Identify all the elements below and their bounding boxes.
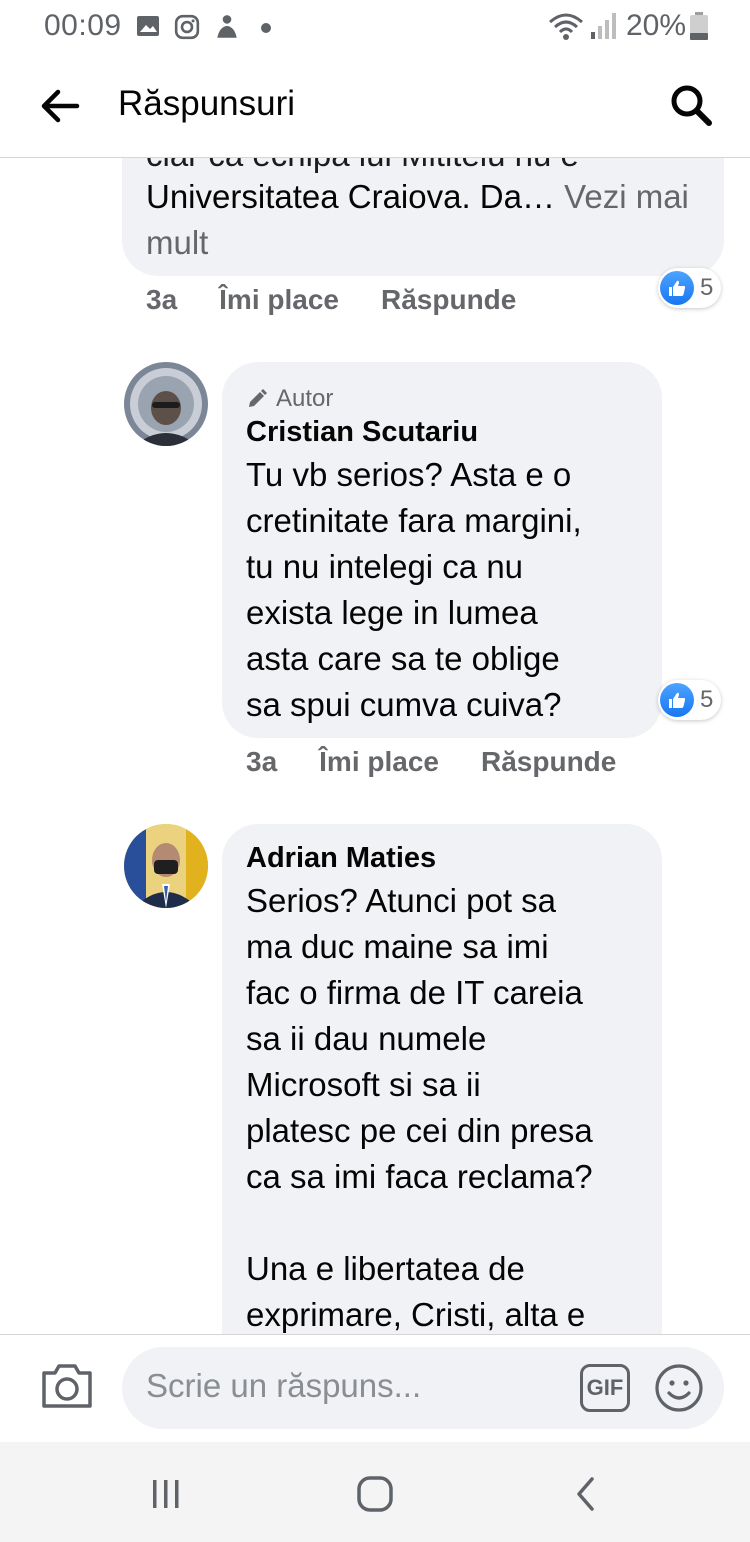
back-button[interactable] — [36, 82, 84, 130]
comment-line: exista lege in lumea — [246, 594, 538, 631]
comment-line: tu nu intelegi ca nu — [246, 548, 524, 585]
like-reaction-icon — [660, 683, 694, 717]
comment-bubble[interactable]: Autor Cristian Scutariu Tu vb serios? As… — [222, 362, 662, 738]
comment-line: sa ii dau numele — [246, 1020, 487, 1057]
header: Răspunsuri — [0, 56, 750, 158]
comment-time: 3a — [246, 746, 278, 777]
recent-apps-button[interactable] — [146, 1474, 186, 1514]
comment-actions: 3a Îmi place Răspunde — [246, 746, 616, 778]
status-bar: 00:09 20% — [0, 0, 750, 56]
camera-button[interactable] — [40, 1361, 94, 1415]
reply-button[interactable]: Răspunde — [481, 746, 616, 778]
home-icon — [357, 1476, 393, 1512]
comment-text: Universitatea Craiova. Da… Vezi mai mult — [146, 174, 706, 266]
battery-icon — [690, 12, 708, 45]
search-icon — [671, 85, 712, 126]
like-reaction-icon — [660, 271, 694, 305]
comment-bubble[interactable]: Adrian Maties Serios? Atunci pot sa ma d… — [222, 824, 662, 1334]
arrow-left-icon — [41, 89, 80, 123]
reply-composer: Scrie un răspuns... GIF — [0, 1334, 750, 1442]
wifi-icon — [548, 12, 584, 47]
system-nav-bar — [0, 1442, 750, 1542]
reply-input-placeholder: Scrie un răspuns... — [146, 1367, 422, 1404]
search-button[interactable] — [666, 80, 716, 130]
reply-input[interactable]: Scrie un răspuns... GIF — [122, 1347, 724, 1429]
signal-icon — [590, 12, 616, 45]
like-button[interactable]: Îmi place — [219, 284, 339, 316]
reaction-number: 5 — [700, 686, 714, 713]
comment-bubble[interactable]: ciar ca echipa lui Mititelu nu e Univers… — [122, 158, 724, 276]
avatar[interactable] — [124, 362, 208, 446]
commenter-name[interactable]: Adrian Maties — [246, 840, 436, 876]
comment-line: Una e libertatea de — [246, 1250, 525, 1287]
author-badge: Autor — [246, 384, 333, 414]
battery-percent: 20% — [625, 9, 686, 42]
chevron-left-icon — [577, 1477, 594, 1511]
reaction-count[interactable]: 5 — [658, 680, 722, 720]
camera-icon — [42, 1364, 92, 1408]
image-icon — [136, 14, 160, 43]
home-button[interactable] — [355, 1474, 395, 1514]
comment-line: platesc pe cei din presa — [246, 1112, 593, 1149]
reply-button[interactable]: Răspunde — [381, 284, 516, 316]
comment-line: Serios? Atunci pot sa — [246, 882, 557, 919]
reaction-number: 5 — [700, 274, 714, 301]
comment-line — [246, 1200, 656, 1246]
instagram-icon — [174, 14, 200, 45]
comment-line: Tu vb serios? Asta e o — [246, 456, 572, 493]
avatar[interactable] — [124, 824, 208, 908]
comment-line: exprimare, Cristi, alta e — [246, 1296, 586, 1333]
comment-line: Microsoft si sa ii — [246, 1066, 481, 1103]
pencil-icon — [249, 389, 267, 407]
comment-text: Serios? Atunci pot sa ma duc maine sa im… — [246, 878, 656, 1334]
comment-line: sa spui cumva cuiva? — [246, 686, 562, 723]
avatar-image — [124, 824, 208, 908]
author-label: Autor — [276, 385, 334, 412]
comment-line: ca sa imi faca reclama? — [246, 1158, 593, 1195]
comment-actions: 3a Îmi place Răspunde — [146, 284, 516, 316]
comment-line: ma duc maine sa imi — [246, 928, 549, 965]
comment-text-line: Universitatea Craiova. Da… — [146, 178, 555, 215]
comment-line: fac o firma de IT careia — [246, 974, 583, 1011]
comment-line: cretinitate fara margini, — [246, 502, 582, 539]
emoji-button[interactable] — [654, 1363, 704, 1413]
avatar-image — [124, 362, 208, 446]
reaction-count[interactable]: 5 — [658, 268, 722, 308]
status-time: 00:09 — [44, 9, 122, 42]
recent-apps-icon — [153, 1480, 179, 1508]
comment-time: 3a — [146, 284, 178, 315]
back-nav-button[interactable] — [566, 1474, 606, 1514]
commenter-name[interactable]: Cristian Scutariu — [246, 414, 478, 450]
notification-icon — [214, 14, 240, 47]
like-button[interactable]: Îmi place — [319, 746, 439, 778]
gif-button[interactable]: GIF — [580, 1364, 630, 1412]
replies-list: ciar ca echipa lui Mititelu nu e Univers… — [0, 158, 750, 1334]
comment-text: Tu vb serios? Asta e o cretinitate fara … — [246, 452, 656, 728]
dot-icon — [260, 21, 272, 39]
emoji-icon — [655, 1364, 703, 1412]
screen: 00:09 20% Răspunsuri Universitatea Craio… — [0, 0, 750, 1542]
comment-line: asta care sa te oblige — [246, 640, 560, 677]
page-title: Răspunsuri — [118, 84, 296, 123]
